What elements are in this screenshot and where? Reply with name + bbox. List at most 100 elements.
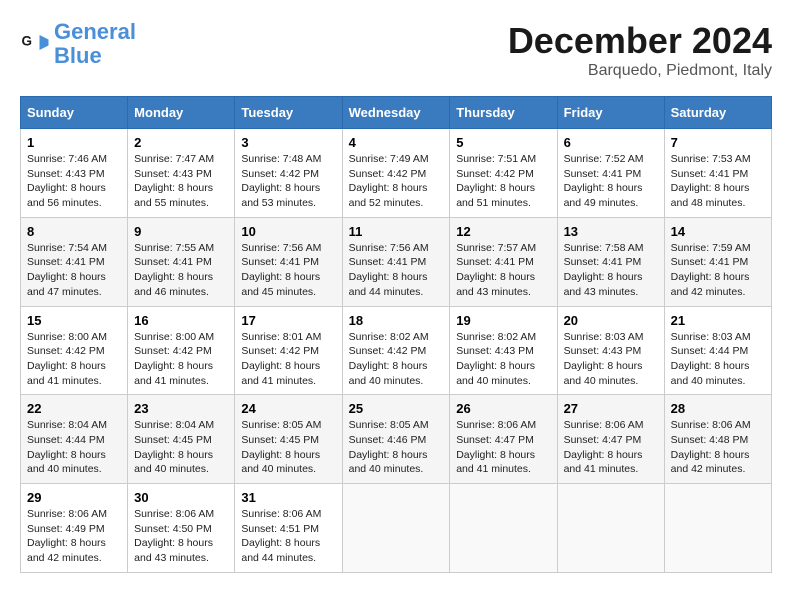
cell-sunset: Sunset: 4:42 PM <box>134 345 212 357</box>
cell-sunrise: Sunrise: 7:59 AM <box>671 242 751 254</box>
calendar-cell: 30 Sunrise: 8:06 AM Sunset: 4:50 PM Dayl… <box>128 484 235 573</box>
cell-daylight: Daylight: 8 hours and 42 minutes. <box>671 449 750 476</box>
day-number: 4 <box>349 135 444 150</box>
day-number: 21 <box>671 313 765 328</box>
cell-sunrise: Sunrise: 8:06 AM <box>671 419 751 431</box>
calendar-table: SundayMondayTuesdayWednesdayThursdayFrid… <box>20 96 772 573</box>
cell-daylight: Daylight: 8 hours and 49 minutes. <box>564 182 643 209</box>
day-number: 12 <box>456 224 550 239</box>
day-number: 9 <box>134 224 228 239</box>
cell-sunrise: Sunrise: 7:48 AM <box>241 153 321 165</box>
cell-sunrise: Sunrise: 7:51 AM <box>456 153 536 165</box>
calendar-cell: 15 Sunrise: 8:00 AM Sunset: 4:42 PM Dayl… <box>21 306 128 395</box>
cell-daylight: Daylight: 8 hours and 46 minutes. <box>134 271 213 298</box>
cell-sunset: Sunset: 4:41 PM <box>27 256 105 268</box>
cell-sunset: Sunset: 4:43 PM <box>27 168 105 180</box>
cell-sunrise: Sunrise: 7:56 AM <box>349 242 429 254</box>
calendar-cell: 9 Sunrise: 7:55 AM Sunset: 4:41 PM Dayli… <box>128 217 235 306</box>
cell-sunset: Sunset: 4:44 PM <box>671 345 749 357</box>
cell-daylight: Daylight: 8 hours and 45 minutes. <box>241 271 320 298</box>
calendar-cell: 17 Sunrise: 8:01 AM Sunset: 4:42 PM Dayl… <box>235 306 342 395</box>
cell-daylight: Daylight: 8 hours and 40 minutes. <box>27 449 106 476</box>
cell-sunrise: Sunrise: 7:56 AM <box>241 242 321 254</box>
cell-sunset: Sunset: 4:41 PM <box>456 256 534 268</box>
day-number: 28 <box>671 401 765 416</box>
calendar-week-row: 22 Sunrise: 8:04 AM Sunset: 4:44 PM Dayl… <box>21 395 772 484</box>
cell-daylight: Daylight: 8 hours and 40 minutes. <box>456 360 535 387</box>
cell-daylight: Daylight: 8 hours and 40 minutes. <box>134 449 213 476</box>
day-number: 30 <box>134 490 228 505</box>
cell-sunset: Sunset: 4:43 PM <box>134 168 212 180</box>
cell-daylight: Daylight: 8 hours and 43 minutes. <box>134 537 213 564</box>
calendar-cell: 27 Sunrise: 8:06 AM Sunset: 4:47 PM Dayl… <box>557 395 664 484</box>
calendar-cell <box>342 484 450 573</box>
day-number: 2 <box>134 135 228 150</box>
day-of-week-header: Thursday <box>450 97 557 129</box>
cell-daylight: Daylight: 8 hours and 44 minutes. <box>241 537 320 564</box>
cell-sunset: Sunset: 4:48 PM <box>671 434 749 446</box>
day-number: 7 <box>671 135 765 150</box>
cell-sunrise: Sunrise: 8:03 AM <box>564 331 644 343</box>
calendar-cell: 24 Sunrise: 8:05 AM Sunset: 4:45 PM Dayl… <box>235 395 342 484</box>
day-number: 5 <box>456 135 550 150</box>
cell-sunrise: Sunrise: 7:55 AM <box>134 242 214 254</box>
cell-sunrise: Sunrise: 8:04 AM <box>27 419 107 431</box>
calendar-cell: 3 Sunrise: 7:48 AM Sunset: 4:42 PM Dayli… <box>235 129 342 218</box>
cell-daylight: Daylight: 8 hours and 40 minutes. <box>241 449 320 476</box>
calendar-week-row: 8 Sunrise: 7:54 AM Sunset: 4:41 PM Dayli… <box>21 217 772 306</box>
cell-daylight: Daylight: 8 hours and 55 minutes. <box>134 182 213 209</box>
cell-sunset: Sunset: 4:46 PM <box>349 434 427 446</box>
cell-sunrise: Sunrise: 8:06 AM <box>564 419 644 431</box>
day-number: 13 <box>564 224 658 239</box>
cell-sunrise: Sunrise: 7:53 AM <box>671 153 751 165</box>
day-number: 18 <box>349 313 444 328</box>
cell-daylight: Daylight: 8 hours and 42 minutes. <box>671 271 750 298</box>
cell-sunrise: Sunrise: 7:58 AM <box>564 242 644 254</box>
cell-sunrise: Sunrise: 8:06 AM <box>27 508 107 520</box>
svg-text:G: G <box>22 34 33 49</box>
page-header: G GeneralBlue December 2024 Barquedo, Pi… <box>20 20 772 80</box>
day-number: 27 <box>564 401 658 416</box>
calendar-cell: 5 Sunrise: 7:51 AM Sunset: 4:42 PM Dayli… <box>450 129 557 218</box>
calendar-week-row: 29 Sunrise: 8:06 AM Sunset: 4:49 PM Dayl… <box>21 484 772 573</box>
day-number: 17 <box>241 313 335 328</box>
day-number: 29 <box>27 490 121 505</box>
cell-sunset: Sunset: 4:41 PM <box>671 256 749 268</box>
calendar-cell: 6 Sunrise: 7:52 AM Sunset: 4:41 PM Dayli… <box>557 129 664 218</box>
cell-daylight: Daylight: 8 hours and 47 minutes. <box>27 271 106 298</box>
cell-sunset: Sunset: 4:45 PM <box>241 434 319 446</box>
calendar-cell: 25 Sunrise: 8:05 AM Sunset: 4:46 PM Dayl… <box>342 395 450 484</box>
cell-daylight: Daylight: 8 hours and 41 minutes. <box>27 360 106 387</box>
calendar-cell: 26 Sunrise: 8:06 AM Sunset: 4:47 PM Dayl… <box>450 395 557 484</box>
day-number: 23 <box>134 401 228 416</box>
cell-sunset: Sunset: 4:42 PM <box>349 168 427 180</box>
cell-sunset: Sunset: 4:51 PM <box>241 523 319 535</box>
cell-sunrise: Sunrise: 7:57 AM <box>456 242 536 254</box>
calendar-cell: 8 Sunrise: 7:54 AM Sunset: 4:41 PM Dayli… <box>21 217 128 306</box>
calendar-cell: 11 Sunrise: 7:56 AM Sunset: 4:41 PM Dayl… <box>342 217 450 306</box>
calendar-cell: 1 Sunrise: 7:46 AM Sunset: 4:43 PM Dayli… <box>21 129 128 218</box>
cell-daylight: Daylight: 8 hours and 40 minutes. <box>349 449 428 476</box>
day-number: 6 <box>564 135 658 150</box>
day-number: 22 <box>27 401 121 416</box>
day-number: 24 <box>241 401 335 416</box>
day-number: 8 <box>27 224 121 239</box>
calendar-cell: 21 Sunrise: 8:03 AM Sunset: 4:44 PM Dayl… <box>664 306 771 395</box>
day-number: 25 <box>349 401 444 416</box>
cell-sunset: Sunset: 4:41 PM <box>671 168 749 180</box>
cell-sunrise: Sunrise: 7:52 AM <box>564 153 644 165</box>
cell-sunset: Sunset: 4:41 PM <box>564 168 642 180</box>
day-number: 1 <box>27 135 121 150</box>
cell-sunrise: Sunrise: 7:47 AM <box>134 153 214 165</box>
calendar-cell <box>450 484 557 573</box>
cell-daylight: Daylight: 8 hours and 42 minutes. <box>27 537 106 564</box>
cell-sunrise: Sunrise: 8:05 AM <box>241 419 321 431</box>
cell-sunset: Sunset: 4:41 PM <box>241 256 319 268</box>
cell-sunrise: Sunrise: 8:02 AM <box>456 331 536 343</box>
cell-sunrise: Sunrise: 8:00 AM <box>134 331 214 343</box>
cell-daylight: Daylight: 8 hours and 40 minutes. <box>564 360 643 387</box>
calendar-cell: 4 Sunrise: 7:49 AM Sunset: 4:42 PM Dayli… <box>342 129 450 218</box>
calendar-cell: 13 Sunrise: 7:58 AM Sunset: 4:41 PM Dayl… <box>557 217 664 306</box>
logo-icon: G <box>20 29 50 59</box>
calendar-cell: 19 Sunrise: 8:02 AM Sunset: 4:43 PM Dayl… <box>450 306 557 395</box>
